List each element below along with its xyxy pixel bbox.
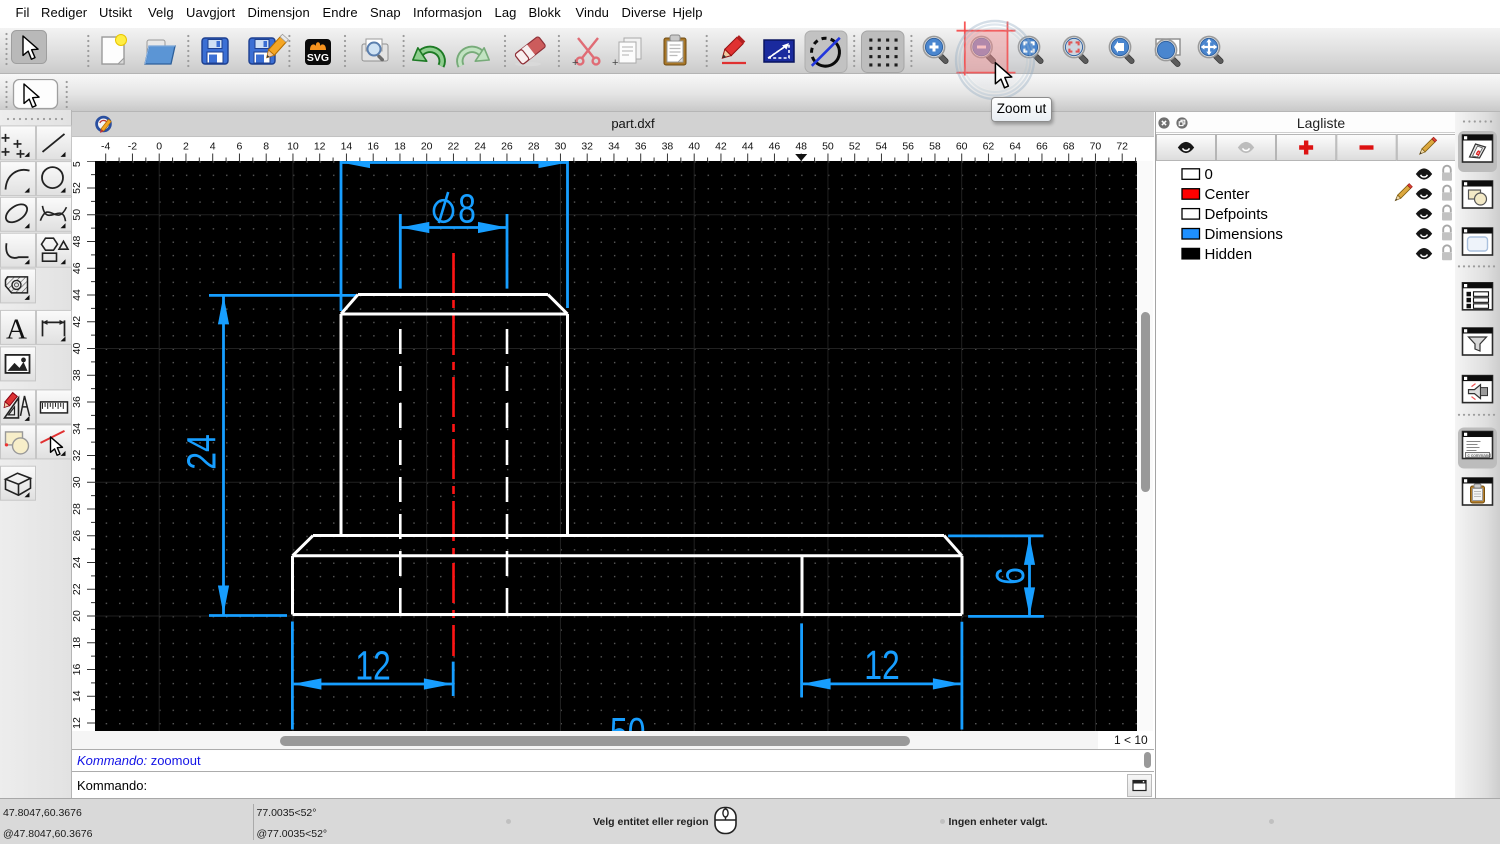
svg-text:+: + <box>572 57 578 69</box>
svg-text:Dimensions: Dimensions <box>1205 225 1283 242</box>
svg-text:32: 32 <box>72 450 83 462</box>
svg-text:12: 12 <box>72 717 83 729</box>
svg-text:54: 54 <box>72 161 83 167</box>
svg-text:20: 20 <box>72 610 83 622</box>
svg-text:SVG: SVG <box>307 52 329 64</box>
svg-text:40: 40 <box>72 343 83 355</box>
svg-text:c command: c command <box>1468 453 1492 458</box>
svg-text:42: 42 <box>72 316 83 328</box>
svg-text:Center: Center <box>1205 186 1250 203</box>
svg-text:0: 0 <box>1205 166 1213 183</box>
svg-text:52: 52 <box>72 182 83 194</box>
svg-text:50: 50 <box>610 709 646 731</box>
svg-text:34: 34 <box>72 423 83 435</box>
svg-text:Hidden: Hidden <box>1205 245 1253 262</box>
svg-text:14: 14 <box>72 690 83 702</box>
svg-text:36: 36 <box>72 396 83 408</box>
svg-text:Defpoints: Defpoints <box>1205 206 1268 223</box>
svg-text:12: 12 <box>864 642 900 688</box>
svg-text:12: 12 <box>355 643 391 689</box>
svg-text:A: A <box>6 313 27 345</box>
svg-text:16: 16 <box>72 664 83 676</box>
svg-text:26: 26 <box>72 530 83 542</box>
svg-text:18: 18 <box>72 637 83 649</box>
svg-text:24: 24 <box>72 557 83 569</box>
svg-text:8: 8 <box>458 186 476 232</box>
svg-text:38: 38 <box>72 369 83 381</box>
svg-text:28: 28 <box>72 503 83 515</box>
svg-text:48: 48 <box>72 236 83 248</box>
svg-text:6: 6 <box>987 567 1033 585</box>
svg-text:24: 24 <box>179 434 225 470</box>
svg-text:22: 22 <box>72 583 83 595</box>
svg-text:46: 46 <box>72 262 83 274</box>
svg-text:+: + <box>612 57 618 69</box>
svg-text:30: 30 <box>72 476 83 488</box>
svg-text:50: 50 <box>72 209 83 221</box>
svg-text:44: 44 <box>72 289 83 301</box>
